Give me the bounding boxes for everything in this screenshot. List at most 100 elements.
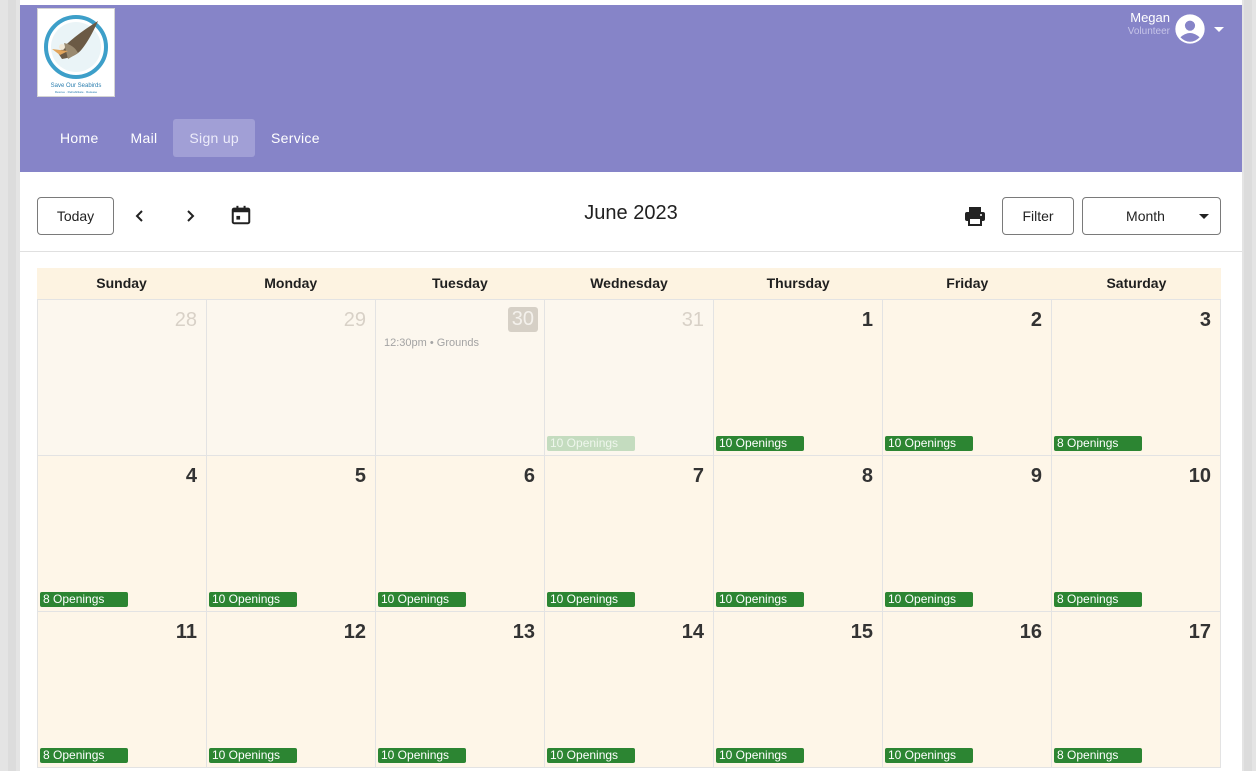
- weekday-label: Wednesday: [590, 275, 668, 291]
- pelican-logo-icon: [44, 15, 108, 79]
- weekday-label: Monday: [264, 275, 318, 291]
- calendar-day-cell[interactable]: 4 8 Openings: [38, 456, 207, 612]
- day-number: 9: [1030, 465, 1042, 487]
- calendar-day-cell[interactable]: 11 8 Openings: [38, 612, 207, 768]
- openings-badge[interactable]: 10 Openings: [547, 436, 635, 451]
- nav-sign-up[interactable]: Sign up: [173, 119, 256, 157]
- nav-home[interactable]: Home: [44, 119, 115, 157]
- openings-badge[interactable]: 10 Openings: [716, 592, 804, 607]
- calendar-day-cell[interactable]: 8 10 Openings: [714, 456, 883, 612]
- openings-badge[interactable]: 8 Openings: [1054, 436, 1142, 451]
- openings-badge[interactable]: 8 Openings: [40, 592, 128, 607]
- logo-tagline: Rescue · Rehabilitate · Release: [54, 90, 98, 94]
- dropdown-arrow-icon: [1199, 214, 1209, 219]
- window-edge-right: [1244, 0, 1252, 771]
- openings-badge[interactable]: 8 Openings: [1054, 592, 1142, 607]
- weekday-label: Saturday: [1106, 275, 1167, 291]
- chevron-right-icon: [187, 210, 195, 222]
- app-window: Save Our Seabirds Rescue · Rehabilitate …: [20, 0, 1242, 771]
- view-select-value: Month: [1126, 208, 1165, 224]
- day-number: 8: [861, 465, 873, 487]
- date-picker-button[interactable]: [228, 202, 254, 228]
- weekday-label: Friday: [946, 275, 989, 291]
- previous-month-button[interactable]: [127, 203, 153, 229]
- app-header: Save Our Seabirds Rescue · Rehabilitate …: [20, 5, 1242, 172]
- day-number: 4: [185, 465, 197, 487]
- calendar-day-cell[interactable]: 29: [207, 300, 376, 456]
- month-title: June 2023: [584, 202, 678, 224]
- calendar-day-cell[interactable]: 7 10 Openings: [545, 456, 714, 612]
- user-menu[interactable]: Megan Volunteer: [1128, 10, 1226, 50]
- calendar-day-cell[interactable]: 9 10 Openings: [883, 456, 1052, 612]
- caret-down-icon[interactable]: [1212, 22, 1226, 36]
- calendar-icon: [231, 205, 251, 225]
- user-name: Megan: [1130, 10, 1170, 25]
- chevron-left-icon: [135, 210, 143, 222]
- calendar-day-cell[interactable]: 15 10 Openings: [714, 612, 883, 768]
- openings-badge[interactable]: 10 Openings: [378, 748, 466, 763]
- calendar-day-cell[interactable]: 10 8 Openings: [1052, 456, 1221, 612]
- day-number: 13: [512, 621, 535, 643]
- day-number: 1: [861, 309, 873, 331]
- weekday-label: Tuesday: [431, 275, 488, 291]
- window-edge-left: [8, 0, 16, 771]
- openings-badge[interactable]: 10 Openings: [209, 592, 297, 607]
- next-month-button[interactable]: [177, 203, 203, 229]
- weekday-label: Sunday: [96, 275, 147, 291]
- day-number: 15: [850, 621, 873, 643]
- seabird-logo[interactable]: Save Our Seabirds Rescue · Rehabilitate …: [37, 8, 115, 97]
- openings-badge[interactable]: 8 Openings: [40, 748, 128, 763]
- day-number: 5: [354, 465, 366, 487]
- openings-badge[interactable]: 10 Openings: [716, 748, 804, 763]
- openings-badge[interactable]: 10 Openings: [716, 436, 804, 451]
- day-number: 31: [681, 309, 704, 331]
- day-number: 7: [692, 465, 704, 487]
- user-role: Volunteer: [1127, 26, 1170, 37]
- today-button[interactable]: Today: [37, 197, 114, 235]
- calendar-grid: 28 29 30 12:30pm • Grounds 31 10 Openings 1 10 …: [37, 299, 1221, 768]
- user-info: Megan Volunteer: [1128, 10, 1170, 38]
- calendar-day-cell[interactable]: 13 10 Openings: [376, 612, 545, 768]
- calendar-day-cell[interactable]: 1 10 Openings: [714, 300, 883, 456]
- calendar-day-cell[interactable]: 17 8 Openings: [1052, 612, 1221, 768]
- calendar-day-cell[interactable]: 14 10 Openings: [545, 612, 714, 768]
- day-number: 11: [175, 621, 197, 643]
- filter-button[interactable]: Filter: [1002, 197, 1074, 235]
- month-calendar: Sunday Monday Tuesday Wednesday Thursday…: [37, 268, 1221, 768]
- calendar-day-cell[interactable]: 2 10 Openings: [883, 300, 1052, 456]
- day-number: 30: [507, 307, 538, 332]
- day-number: 16: [1019, 621, 1042, 643]
- openings-badge[interactable]: 10 Openings: [885, 748, 973, 763]
- day-number: 10: [1188, 465, 1211, 487]
- openings-badge[interactable]: 10 Openings: [885, 592, 973, 607]
- weekday-header: Sunday Monday Tuesday Wednesday Thursday…: [37, 268, 1221, 299]
- openings-badge[interactable]: 10 Openings: [547, 748, 635, 763]
- calendar-day-cell[interactable]: 28: [38, 300, 207, 456]
- view-select[interactable]: Month: [1082, 197, 1221, 235]
- calendar-day-cell[interactable]: 12 10 Openings: [207, 612, 376, 768]
- print-button[interactable]: [962, 203, 988, 229]
- nav-mail[interactable]: Mail: [115, 119, 174, 157]
- day-number: 29: [343, 309, 366, 331]
- account-circle-icon[interactable]: [1174, 13, 1206, 45]
- calendar-day-cell[interactable]: 5 10 Openings: [207, 456, 376, 612]
- printer-icon: [965, 207, 985, 226]
- day-number: 28: [174, 309, 197, 331]
- calendar-day-cell[interactable]: 30 12:30pm • Grounds: [376, 300, 545, 456]
- day-number: 2: [1030, 309, 1042, 331]
- calendar-day-cell[interactable]: 3 8 Openings: [1052, 300, 1221, 456]
- nav-service[interactable]: Service: [255, 119, 336, 157]
- openings-badge[interactable]: 10 Openings: [547, 592, 635, 607]
- openings-badge[interactable]: 10 Openings: [885, 436, 973, 451]
- calendar-day-cell[interactable]: 31 10 Openings: [545, 300, 714, 456]
- openings-badge[interactable]: 10 Openings: [378, 592, 466, 607]
- day-number: 12: [343, 621, 366, 643]
- day-number: 14: [681, 621, 704, 643]
- openings-badge[interactable]: 8 Openings: [1054, 748, 1142, 763]
- calendar-day-cell[interactable]: 16 10 Openings: [883, 612, 1052, 768]
- calendar-day-cell[interactable]: 6 10 Openings: [376, 456, 545, 612]
- openings-badge[interactable]: 10 Openings: [209, 748, 297, 763]
- day-number: 17: [1188, 621, 1211, 643]
- calendar-event[interactable]: 12:30pm • Grounds: [384, 337, 479, 349]
- main-nav: Home Mail Sign up Service: [44, 119, 336, 157]
